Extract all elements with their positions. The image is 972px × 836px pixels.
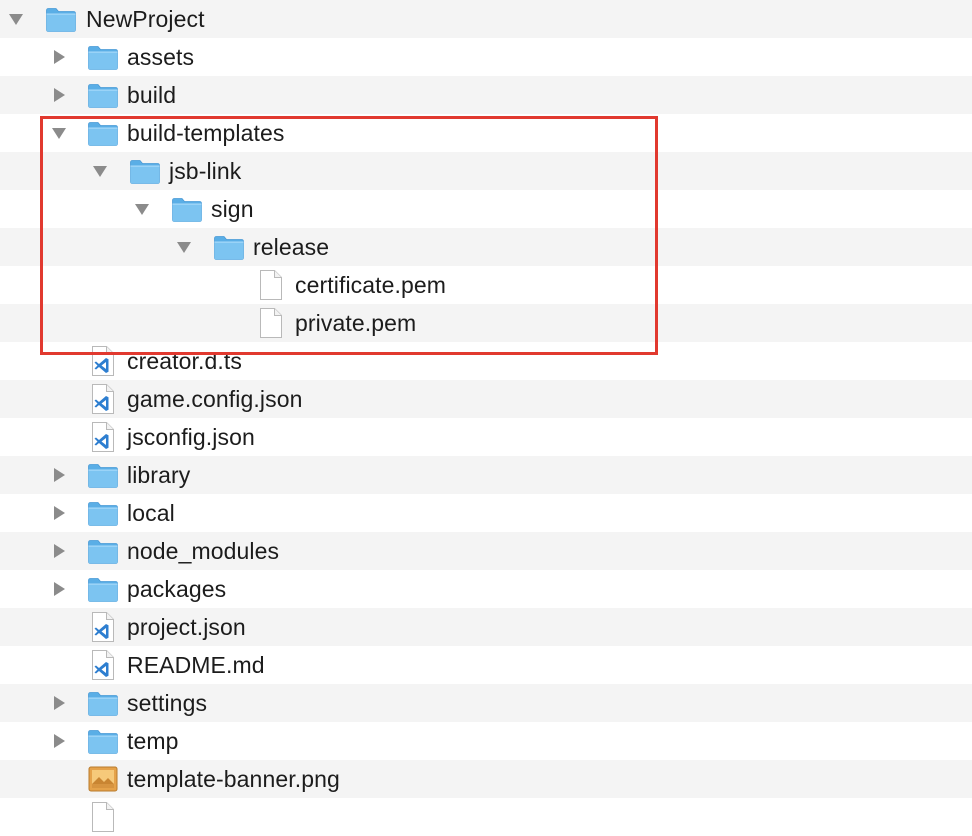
folder-row-node-modules[interactable]: node_modules (0, 532, 972, 570)
disclosure-collapsed-icon[interactable] (51, 695, 67, 711)
item-label: assets (127, 44, 195, 70)
folder-icon (87, 726, 119, 756)
blank-document-icon (87, 802, 119, 832)
file-row-readme-md[interactable]: README.md (0, 646, 972, 684)
disclosure-collapsed-icon[interactable] (51, 581, 67, 597)
item-label: build-templates (127, 120, 285, 146)
item-label: jsconfig.json (127, 424, 255, 450)
folder-icon (87, 688, 119, 718)
item-label: sign (211, 196, 254, 222)
item-label: NewProject (86, 6, 205, 32)
file-row-private-pem[interactable]: private.pem (0, 304, 972, 342)
folder-row-local[interactable]: local (0, 494, 972, 532)
folder-row-build[interactable]: build (0, 76, 972, 114)
item-label: build (127, 82, 177, 108)
disclosure-expanded-icon[interactable] (134, 201, 150, 217)
folder-icon (87, 574, 119, 604)
blank-document-icon (255, 308, 287, 338)
folder-row-library[interactable]: library (0, 456, 972, 494)
file-row-project-json[interactable]: project.json (0, 608, 972, 646)
item-label: packages (127, 576, 227, 602)
folder-icon (87, 118, 119, 148)
vscode-document-icon (87, 422, 119, 452)
folder-row-build-templates[interactable]: build-templates (0, 114, 972, 152)
folder-row-sign[interactable]: sign (0, 190, 972, 228)
item-label: jsb-link (169, 158, 242, 184)
folder-icon (213, 232, 245, 262)
disclosure-expanded-icon[interactable] (176, 239, 192, 255)
disclosure-collapsed-icon[interactable] (51, 543, 67, 559)
folder-row-newproject[interactable]: NewProject (0, 0, 972, 38)
folder-icon (171, 194, 203, 224)
item-label: node_modules (127, 538, 280, 564)
disclosure-expanded-icon[interactable] (8, 11, 24, 27)
item-label: template-banner.png (127, 766, 340, 792)
folder-row-packages[interactable]: packages (0, 570, 972, 608)
file-row-certificate-pem[interactable]: certificate.pem (0, 266, 972, 304)
vscode-document-icon (87, 612, 119, 642)
folder-icon (87, 536, 119, 566)
folder-row-temp[interactable]: temp (0, 722, 972, 760)
file-row-jsconfig-json[interactable]: jsconfig.json (0, 418, 972, 456)
item-label: creator.d.ts (127, 348, 242, 374)
item-label: game.config.json (127, 386, 303, 412)
blank-document-icon (255, 270, 287, 300)
file-row-creator-d-ts[interactable]: creator.d.ts (0, 342, 972, 380)
folder-icon (87, 80, 119, 110)
folder-row-jsb-link[interactable]: jsb-link (0, 152, 972, 190)
item-label: local (127, 500, 175, 526)
disclosure-expanded-icon[interactable] (51, 125, 67, 141)
folder-icon (45, 4, 77, 34)
folder-row-release[interactable]: release (0, 228, 972, 266)
disclosure-collapsed-icon[interactable] (51, 733, 67, 749)
vscode-document-icon (87, 384, 119, 414)
item-label: temp (127, 728, 179, 754)
file-row-game-config-json[interactable]: game.config.json (0, 380, 972, 418)
disclosure-collapsed-icon[interactable] (51, 87, 67, 103)
item-label: settings (127, 690, 208, 716)
vscode-document-icon (87, 650, 119, 680)
item-label: private.pem (295, 310, 417, 336)
disclosure-collapsed-icon[interactable] (51, 467, 67, 483)
folder-icon (87, 498, 119, 528)
vscode-document-icon (87, 346, 119, 376)
item-label: library (127, 462, 191, 488)
folder-row-settings[interactable]: settings (0, 684, 972, 722)
file-row-template-banner-png[interactable]: template-banner.png (0, 760, 972, 798)
item-label: project.json (127, 614, 246, 640)
folder-icon (87, 460, 119, 490)
item-label: release (253, 234, 330, 260)
file-tree: NewProject assets build build-templates jsb-… (0, 0, 972, 836)
folder-row-assets[interactable]: assets (0, 38, 972, 76)
folder-icon (87, 42, 119, 72)
item-label: README.md (127, 652, 265, 678)
image-document-icon (87, 764, 119, 794)
folder-icon (129, 156, 161, 186)
disclosure-collapsed-icon[interactable] (51, 49, 67, 65)
disclosure-collapsed-icon[interactable] (51, 505, 67, 521)
item-label: certificate.pem (295, 272, 447, 298)
disclosure-expanded-icon[interactable] (92, 163, 108, 179)
